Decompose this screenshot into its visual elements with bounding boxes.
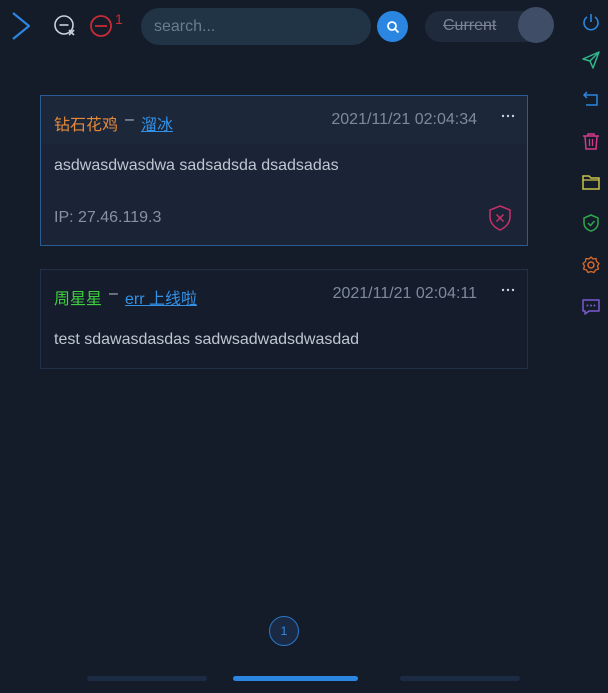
message-card[interactable]: 钻石花鸡 – 溜冰 2021/11/21 02:04:34 asdwasdwas… xyxy=(40,95,528,246)
ban-shield-icon[interactable] xyxy=(487,204,513,232)
search-icon xyxy=(386,20,399,33)
toggle-label: Current xyxy=(443,17,497,34)
current-toggle[interactable]: Current xyxy=(425,7,554,43)
message-content: asdwasdwasdwa sadsadsda dsadsadas xyxy=(54,157,339,174)
more-options-icon[interactable] xyxy=(500,108,516,124)
shield-check-icon[interactable] xyxy=(581,213,601,233)
bottom-tab-2-active[interactable] xyxy=(233,676,358,681)
message-icon[interactable] xyxy=(581,297,601,317)
username[interactable]: 钻石花鸡 xyxy=(54,111,118,135)
message-list: 钻石花鸡 – 溜冰 2021/11/21 02:04:34 asdwasdwas… xyxy=(0,52,570,693)
block-count-badge: 1 xyxy=(115,11,123,27)
search-button[interactable] xyxy=(377,11,408,42)
timestamp: 2021/11/21 02:04:34 xyxy=(331,111,477,128)
power-icon[interactable] xyxy=(581,12,601,32)
return-icon[interactable] xyxy=(581,88,601,108)
expand-chevron-icon[interactable] xyxy=(8,11,34,41)
message-header: 周星星 – err 上线啦 2021/11/21 02:04:11 xyxy=(41,270,527,318)
page-button[interactable]: 1 xyxy=(269,616,299,646)
timestamp: 2021/11/21 02:04:11 xyxy=(332,285,477,302)
sidebar xyxy=(573,0,608,693)
ip-address: IP: 27.46.119.3 xyxy=(54,209,162,226)
folder-icon[interactable] xyxy=(581,172,601,192)
toolbar: 1 Current xyxy=(0,0,570,52)
search-input[interactable] xyxy=(141,8,371,45)
bottom-tab-3[interactable] xyxy=(400,676,520,681)
message-card[interactable]: 周星星 – err 上线啦 2021/11/21 02:04:11 test s… xyxy=(40,269,528,369)
settings-icon[interactable] xyxy=(581,255,601,275)
username[interactable]: 周星星 xyxy=(54,285,102,309)
more-options-icon[interactable] xyxy=(500,282,516,298)
separator: – xyxy=(109,285,118,302)
message-content: test sdawasdasdas sadwsadwadsdwasdad xyxy=(54,331,360,348)
send-icon[interactable] xyxy=(581,50,601,70)
nick-link[interactable]: err 上线啦 xyxy=(125,285,197,309)
block-icon[interactable] xyxy=(89,14,113,38)
clear-chat-icon[interactable] xyxy=(53,14,77,38)
bottom-tab-1[interactable] xyxy=(87,676,207,681)
message-header: 钻石花鸡 – 溜冰 2021/11/21 02:04:34 xyxy=(41,96,527,144)
trash-icon[interactable] xyxy=(581,131,601,151)
separator: – xyxy=(125,111,134,128)
nick-link[interactable]: 溜冰 xyxy=(141,111,173,135)
message-footer: IP: 27.46.119.3 xyxy=(41,194,527,245)
toggle-knob[interactable] xyxy=(518,7,554,43)
